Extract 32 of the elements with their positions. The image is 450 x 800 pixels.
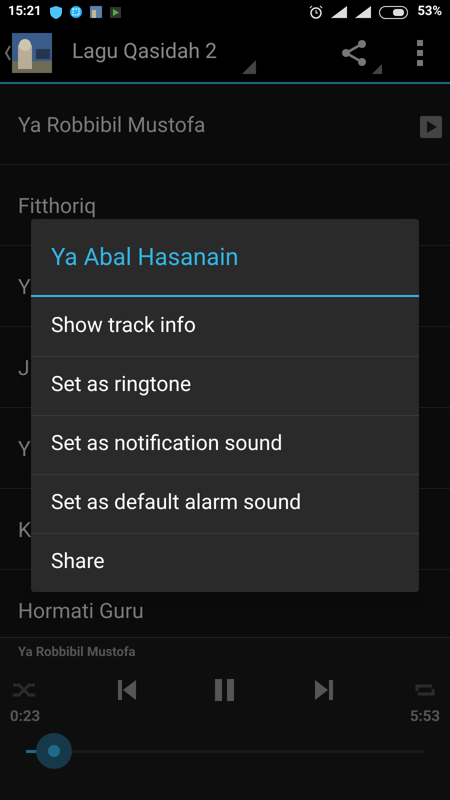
battery-percent: 53% (417, 3, 442, 22)
signal-icon (331, 6, 348, 18)
track-item[interactable]: Ya Robbibil Mustofa (0, 84, 450, 165)
menu-item[interactable]: Set as notification sound (31, 415, 419, 474)
pause-button[interactable] (213, 678, 237, 702)
signal-icon (355, 6, 372, 18)
status-time: 15:21 (8, 3, 42, 22)
dropdown-triangle-icon (372, 64, 382, 74)
seek-thumb[interactable] (36, 733, 72, 769)
spinner-triangle-icon (242, 60, 256, 74)
menu-item[interactable]: Show track info (31, 297, 419, 356)
square-icon (70, 6, 82, 18)
back-caret-icon (4, 45, 12, 61)
skip-previous-icon (116, 678, 136, 700)
seek-bar[interactable] (26, 731, 424, 771)
elapsed-time: 0:23 (10, 706, 40, 726)
share-icon (340, 39, 368, 67)
battery-icon (379, 6, 410, 18)
alarm-icon (309, 5, 324, 19)
now-playing-title: Ya Robbibil Mustofa (17, 644, 136, 662)
next-button[interactable] (314, 678, 334, 700)
menu-item[interactable]: Set as ringtone (31, 356, 419, 415)
shield-icon (50, 6, 62, 18)
pause-icon (213, 678, 237, 702)
menu-item[interactable]: Set as default alarm sound (31, 474, 419, 533)
play-store-icon (110, 6, 120, 18)
duration-time: 5:53 (410, 706, 440, 726)
previous-button[interactable] (116, 678, 136, 700)
menu-item[interactable]: Share (31, 533, 419, 592)
skip-next-icon (314, 678, 334, 700)
app-icon (90, 6, 102, 18)
overflow-menu-icon (417, 40, 423, 66)
